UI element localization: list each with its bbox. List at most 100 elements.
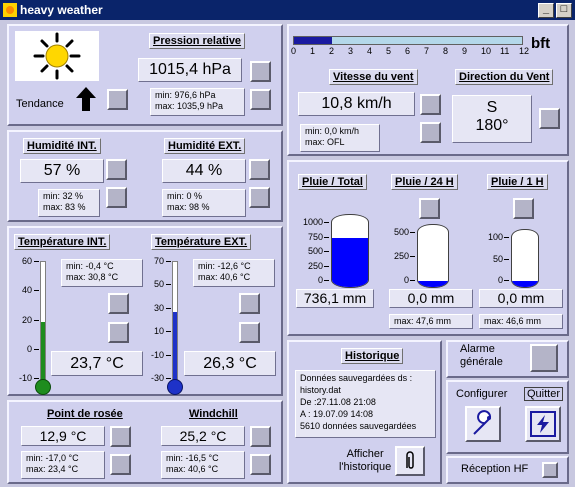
rain-total-label: Pluie / Total [298, 174, 367, 190]
rain-1h-graph-button[interactable] [513, 198, 534, 219]
humidity-int-label: Humidité INT. [23, 138, 101, 154]
temperature-tick-mark [166, 261, 171, 262]
wind-speed-label: Vitesse du vent [329, 69, 418, 85]
dewpoint-minmax-button[interactable] [110, 454, 131, 475]
temperature-ext-graph-button[interactable] [239, 293, 260, 314]
temperature-tick-label: 30 [153, 302, 164, 313]
pressure-graph-button[interactable] [250, 61, 271, 82]
bft-tick-label: 7 [424, 46, 430, 56]
temperature-panel: Température INT. Température EXT. 60 40 20… [7, 226, 283, 396]
pressure-minmax-button[interactable] [250, 89, 271, 110]
rain-total-value: 736,1 mm [296, 289, 374, 308]
temperature-int-minmax-button[interactable] [108, 322, 129, 343]
title-bar: heavy weather _ □ [0, 0, 575, 20]
config-button[interactable] [465, 406, 501, 442]
temperature-tick-mark [166, 331, 171, 333]
bft-bar-fill [294, 37, 332, 44]
maximize-button[interactable]: □ [556, 3, 572, 18]
rain-tick-label: 50 [492, 253, 503, 264]
windchill-minmax-button[interactable] [250, 454, 271, 475]
rain-24h-graph-button[interactable] [419, 198, 440, 219]
bft-unit: bft [531, 35, 551, 52]
temperature-int-fill [41, 321, 45, 382]
rain-tick-mark [410, 256, 415, 257]
temperature-int-min: min: -0,4 °C [66, 261, 114, 271]
dewpoint-graph-button[interactable] [110, 426, 131, 447]
rain-tick-mark [324, 236, 329, 238]
temperature-ext-minmax: min: -12,6 °C max: 40,6 °C [193, 259, 275, 287]
show-history-button[interactable] [395, 446, 425, 476]
rain-tick-mark [324, 251, 329, 252]
quit-button[interactable] [525, 406, 561, 442]
rf-label: Réception HF [461, 463, 529, 475]
wind-direction-box: S 180° [452, 95, 532, 143]
temperature-tick-label: 20 [21, 314, 32, 325]
temperature-ext-minmax-button[interactable] [239, 322, 260, 343]
rain-tick-label: 250 [307, 260, 323, 271]
wind-min: min: 0,0 km/h [305, 126, 360, 136]
rain-tick-mark [504, 280, 509, 281]
trend-label: Tendance [16, 98, 64, 110]
windchill-value: 25,2 °C [161, 426, 245, 446]
humidity-int-graph-button[interactable] [106, 159, 127, 180]
history-panel: Historique Données sauvegardées ds : his… [287, 340, 442, 484]
temperature-tick-mark [166, 378, 171, 379]
humidity-int-minmax-button[interactable] [106, 187, 127, 208]
lightning-icon [530, 411, 556, 437]
alarm-label: Alarme générale [460, 343, 503, 369]
wind-panel: 0 1 2 3 4 5 6 7 8 9 10 11 12 bft Vitesse du vent Dir… [287, 24, 569, 156]
history-info-line: history.dat [300, 385, 341, 395]
wind-minmax-button[interactable] [420, 122, 441, 143]
rain-tick-mark [410, 232, 415, 233]
app-icon [3, 3, 17, 17]
temperature-ext-max: max: 40,6 °C [198, 272, 251, 282]
rain-tick-mark [324, 265, 329, 267]
windchill-graph-button[interactable] [250, 426, 271, 447]
temperature-tick-label: 10 [153, 326, 164, 337]
minimize-button[interactable]: _ [538, 3, 554, 18]
rain-24h-label: Pluie / 24 H [391, 174, 458, 190]
config-label: Configurer [456, 388, 508, 400]
config-panel: Configurer Quitter [446, 380, 569, 454]
pressure-minmax: min: 976,6 hPa max: 1035,9 hPa [150, 88, 245, 116]
humidity-panel: Humidité INT. Humidité EXT. 57 % 44 % mi… [7, 130, 283, 222]
wind-speed-graph-button[interactable] [420, 94, 441, 115]
humidity-ext-minmax: min: 0 % max: 98 % [162, 189, 246, 217]
window-title: heavy weather [20, 3, 103, 17]
rain-fill [332, 238, 368, 287]
temperature-tick-mark [166, 307, 171, 309]
rain-1h-value: 0,0 mm [479, 289, 563, 308]
history-info-line: 5610 données sauvegardées [300, 421, 417, 431]
temperature-int-graph-button[interactable] [108, 293, 129, 314]
rain-fill [512, 281, 538, 287]
alarm-button[interactable] [530, 344, 558, 372]
dewpoint-windchill-panel: Point de rosée Windchill 12,9 °C 25,2 °C… [7, 400, 283, 484]
windchill-label: Windchill [189, 408, 238, 420]
trend-graph-button[interactable] [107, 89, 128, 110]
temperature-ext-min: min: -12,6 °C [198, 261, 251, 271]
humidity-ext-max: max: 98 % [167, 202, 210, 212]
temperature-tick-label: 60 [21, 256, 32, 266]
quit-label: Quitter [524, 387, 564, 401]
temperature-tick-label: -10 [150, 349, 164, 360]
humidity-ext-min: min: 0 % [167, 191, 203, 201]
rf-indicator [542, 462, 558, 478]
temperature-int-label: Température INT. [14, 234, 111, 250]
humidity-int-min: min: 32 % [43, 191, 84, 201]
rain-tick-label: 100 [487, 232, 503, 242]
rain-tick-mark [504, 237, 509, 238]
pressure-min: min: 976,6 hPa [155, 90, 216, 100]
bft-tick-label: 6 [405, 46, 411, 56]
humidity-ext-minmax-button[interactable] [249, 187, 270, 208]
rain-tick-label: 500 [307, 246, 323, 256]
humidity-ext-graph-button[interactable] [249, 159, 270, 180]
dewpoint-max: max: 23,4 °C [26, 464, 79, 474]
windchill-min: min: -16,5 °C [166, 453, 219, 463]
humidity-int-value: 57 % [20, 159, 104, 183]
bft-tick-label: 8 [443, 46, 449, 56]
wind-direction-button[interactable] [539, 108, 560, 129]
show-history-label-line: l'historique [339, 461, 392, 473]
rain-24h-value: 0,0 mm [389, 289, 473, 308]
bft-tick-label: 0 [291, 46, 297, 56]
rain-tick-label: 750 [307, 231, 323, 242]
